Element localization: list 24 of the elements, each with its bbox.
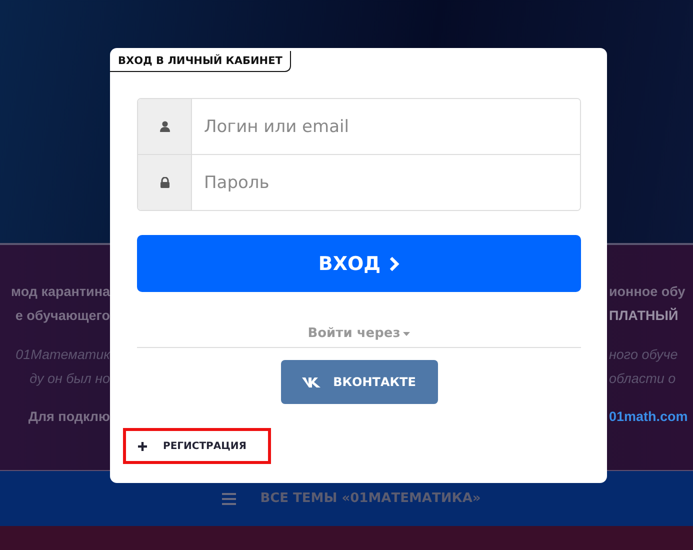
- lock-icon: [160, 177, 170, 188]
- input-field[interactable]: Логин или email: [138, 99, 580, 154]
- menu-icon: [222, 492, 236, 504]
- background-text: ПЛАТНЫЙ: [608, 308, 678, 322]
- social-login-toggle[interactable]: Войти через: [308, 326, 410, 341]
- background-link[interactable]: 01math.com: [607, 408, 688, 424]
- background-text: Для подклю: [27, 408, 110, 424]
- vk-icon: [302, 376, 322, 388]
- background-text: мод карантина: [10, 284, 110, 298]
- background-text: области о: [608, 370, 676, 386]
- background-text: 01Математик: [14, 346, 110, 362]
- input-field[interactable]: Пароль: [138, 154, 580, 210]
- plus-icon: [138, 442, 147, 450]
- background-text: ионное обу: [608, 284, 686, 298]
- vk-login-button[interactable]: ВКОНТАКТЕ: [280, 360, 438, 404]
- dialog-title: ВХОД В ЛИЧНЫЙ КАБИНЕТ: [110, 51, 292, 72]
- background-text: ду он был но: [28, 370, 110, 386]
- register-link[interactable]: РЕГИСТРАЦИЯ: [123, 428, 271, 464]
- background-text: е обучающего: [14, 308, 110, 322]
- background-text: ного обуче: [608, 346, 678, 362]
- chevron-right-icon: [388, 256, 400, 272]
- user-icon: [160, 121, 170, 132]
- caret-icon: [403, 332, 410, 336]
- login-button[interactable]: ВХОД: [137, 235, 581, 292]
